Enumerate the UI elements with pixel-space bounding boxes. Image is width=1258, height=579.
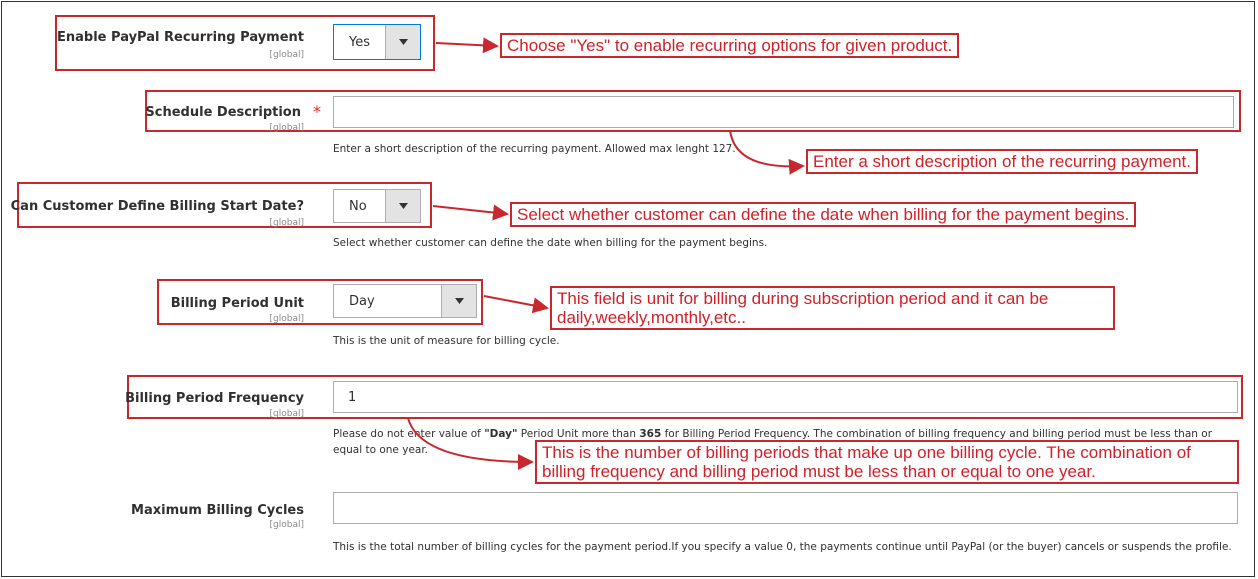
note-text: Period Unit more than: [517, 428, 640, 440]
billing-period-unit-label: Billing Period Unit: [170, 296, 304, 311]
enable-paypal-scope: [global]: [269, 50, 304, 60]
max-billing-cycles-label: Maximum Billing Cycles: [131, 503, 304, 518]
callout-description: Enter a short description of the recurri…: [806, 149, 1198, 174]
billing-start-date-note: Select whether customer can define the d…: [333, 237, 768, 249]
required-marker: *: [313, 102, 321, 121]
chevron-down-icon[interactable]: [441, 285, 476, 317]
callout-start-date: Select whether customer can define the d…: [510, 202, 1137, 227]
billing-frequency-label: Billing Period Frequency: [125, 391, 304, 406]
billing-frequency-scope: [global]: [269, 409, 304, 419]
enable-paypal-select[interactable]: Yes: [333, 24, 421, 60]
enable-paypal-value: Yes: [349, 34, 370, 50]
schedule-description-input[interactable]: [333, 96, 1234, 128]
note-bold-day: "Day": [484, 428, 518, 440]
callout-unit: This field is unit for billing during su…: [550, 286, 1115, 330]
note-bold-365: 365: [639, 428, 662, 440]
billing-start-date-scope: [global]: [269, 218, 304, 228]
chevron-down-icon[interactable]: [385, 25, 420, 59]
callout-frequency: This is the number of billing periods th…: [535, 440, 1239, 484]
billing-frequency-input[interactable]: 1: [333, 381, 1238, 413]
schedule-description-scope: [global]: [269, 123, 304, 133]
max-billing-cycles-scope: [global]: [269, 520, 304, 530]
max-billing-cycles-note: This is the total number of billing cycl…: [333, 541, 1232, 553]
billing-period-unit-note: This is the unit of measure for billing …: [333, 335, 560, 347]
billing-period-unit-select[interactable]: Day: [333, 284, 477, 318]
billing-period-unit-value: Day: [349, 293, 375, 309]
billing-start-date-label: Can Customer Define Billing Start Date?: [10, 199, 304, 214]
billing-start-date-value: No: [349, 198, 367, 214]
callout-enable: Choose "Yes" to enable recurring options…: [500, 33, 960, 58]
billing-period-unit-scope: [global]: [269, 314, 304, 324]
schedule-description-label: Schedule Description: [145, 105, 301, 120]
chevron-down-icon[interactable]: [385, 190, 420, 222]
note-text: Please do not enter value of: [333, 428, 485, 440]
enable-paypal-label: Enable PayPal Recurring Payment: [57, 30, 304, 45]
max-billing-cycles-input[interactable]: [333, 492, 1238, 524]
billing-start-date-select[interactable]: No: [333, 189, 421, 223]
